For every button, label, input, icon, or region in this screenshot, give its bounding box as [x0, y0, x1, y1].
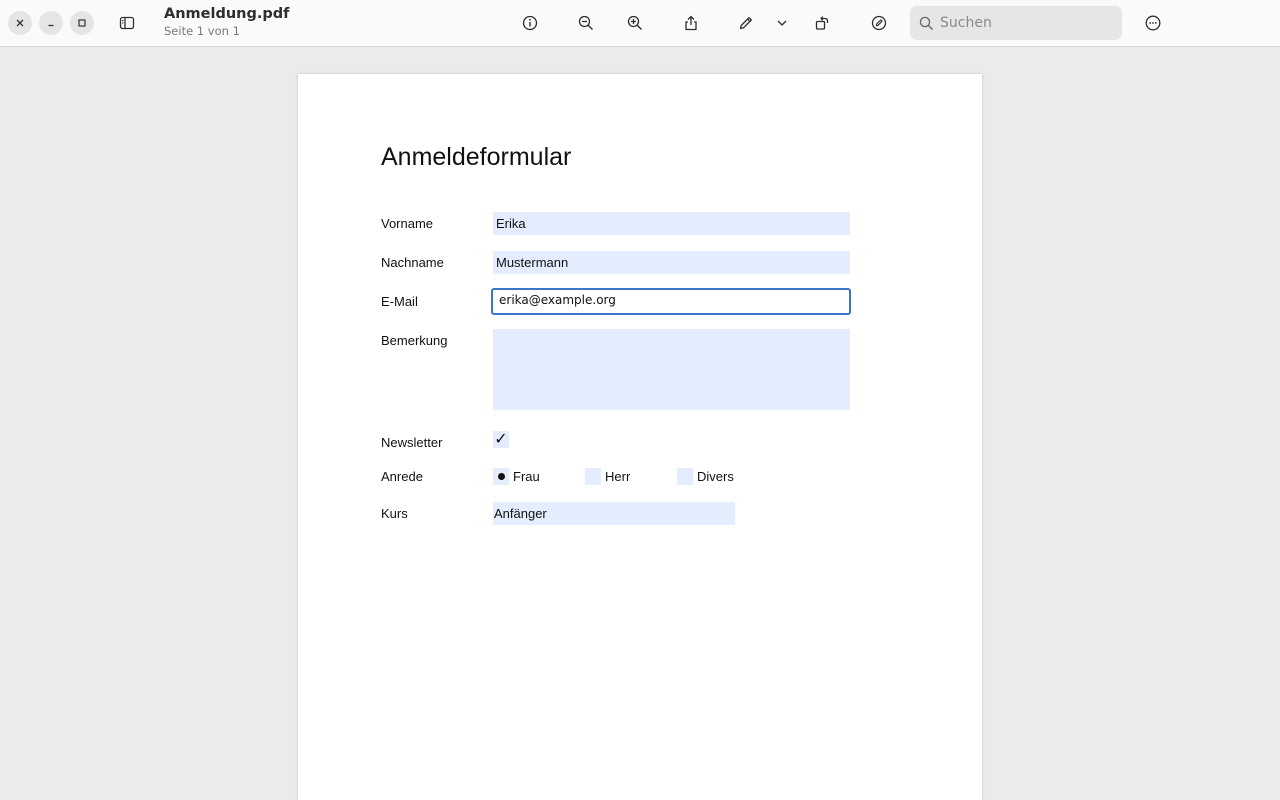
anrede-radio-divers[interactable]	[677, 468, 693, 485]
kurs-dropdown[interactable]: Anfänger	[493, 502, 735, 525]
annotate-menu-button[interactable]	[768, 9, 796, 37]
nachname-field[interactable]: Mustermann	[493, 251, 850, 274]
pencil-icon	[739, 17, 752, 30]
zoom-in-button[interactable]	[621, 9, 649, 37]
search-icon	[919, 16, 934, 31]
form-title: Anmeldeformular	[381, 143, 572, 171]
more-button[interactable]	[1139, 9, 1167, 37]
bemerkung-label: Bemerkung	[381, 333, 448, 348]
page-indicator: Seite 1 von 1	[164, 24, 240, 38]
markup-icon	[871, 15, 887, 31]
close-button[interactable]	[8, 11, 32, 35]
rotate-button[interactable]	[808, 9, 836, 37]
more-icon	[1145, 15, 1161, 31]
zoom-out-icon	[578, 15, 593, 30]
radio-selected-dot	[497, 473, 505, 480]
minimize-icon	[48, 24, 54, 27]
sidebar-toggle-icon	[119, 16, 135, 30]
search-input[interactable]	[940, 15, 1110, 31]
vorname-field[interactable]: Erika	[493, 212, 850, 235]
anrede-label: Anrede	[381, 469, 423, 484]
maximize-button[interactable]	[70, 11, 94, 35]
markup-button[interactable]	[865, 9, 893, 37]
email-field[interactable]: erika@example.org	[491, 288, 851, 315]
sidebar-toggle-button[interactable]	[113, 9, 141, 37]
anrede-option-herr-label: Herr	[605, 469, 631, 484]
vorname-label: Vorname	[381, 216, 434, 231]
anrede-radio-herr[interactable]	[585, 468, 601, 485]
zoom-out-button[interactable]	[572, 9, 600, 37]
maximize-icon	[78, 19, 86, 27]
document-title: Anmeldung.pdf	[164, 6, 290, 22]
info-icon	[522, 15, 538, 31]
close-icon	[16, 19, 24, 27]
newsletter-label: Newsletter	[381, 435, 443, 450]
document-info-button[interactable]	[516, 9, 544, 37]
header-bar: Anmeldung.pdf Seite 1 von 1	[0, 0, 1280, 47]
bemerkung-field[interactable]	[493, 329, 850, 410]
minimize-button[interactable]	[39, 11, 63, 35]
email-label: E-Mail	[381, 294, 418, 309]
annotate-button[interactable]	[732, 9, 760, 37]
pdf-page: Anmeldeformular Vorname Erika Nachname M…	[298, 74, 982, 800]
share-icon	[685, 15, 697, 31]
search-box[interactable]	[910, 6, 1122, 40]
nachname-label: Nachname	[381, 255, 444, 270]
anrede-radio-frau[interactable]	[493, 468, 509, 485]
newsletter-checkbox[interactable]: ✓	[493, 431, 509, 448]
anrede-option-divers-label: Divers	[697, 469, 734, 484]
share-button[interactable]	[677, 9, 705, 37]
rotate-icon	[815, 16, 829, 30]
anrede-option-frau-label: Frau	[513, 469, 540, 484]
chevron-down-icon	[777, 20, 787, 26]
zoom-in-icon	[627, 15, 642, 30]
kurs-label: Kurs	[381, 506, 408, 521]
